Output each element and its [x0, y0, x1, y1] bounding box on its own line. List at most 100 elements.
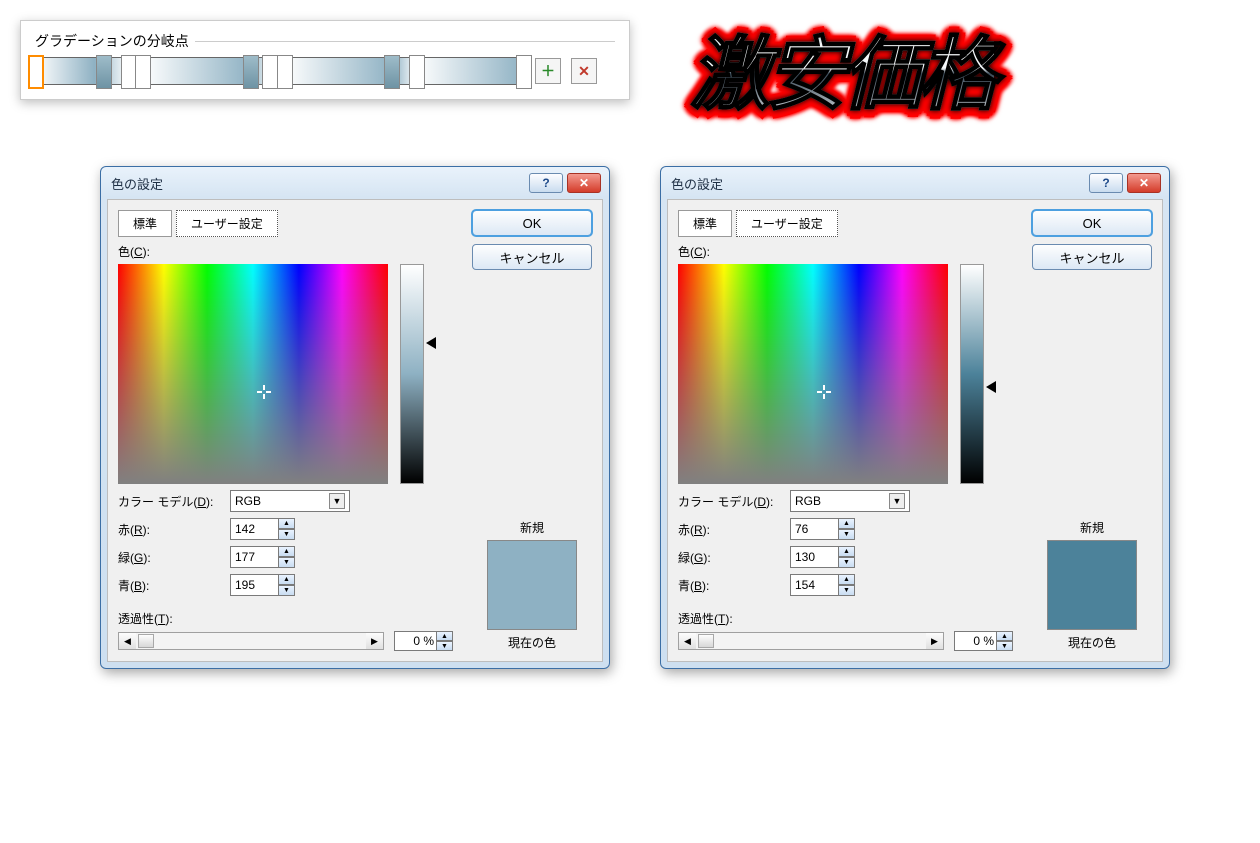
model-value: RGB	[235, 494, 261, 508]
hue-sat-area[interactable]	[118, 264, 388, 484]
ok-button[interactable]: OK	[1032, 210, 1152, 236]
spin-up-button[interactable]: ▲	[838, 574, 855, 585]
spin-down-button[interactable]: ▼	[278, 585, 295, 596]
chevron-down-icon[interactable]: ▼	[329, 493, 345, 509]
transparency-input[interactable]	[954, 631, 996, 651]
r-input[interactable]	[230, 518, 278, 540]
spin-down-button[interactable]: ▼	[436, 641, 453, 651]
cancel-button[interactable]: キャンセル	[472, 244, 592, 270]
help-button[interactable]: ?	[529, 173, 563, 193]
b-label: 青(B):	[118, 577, 230, 594]
new-color-swatch	[487, 540, 577, 630]
slider-thumb[interactable]	[698, 634, 714, 648]
transparency-label: 透過性(T):	[118, 610, 173, 627]
scroll-right-button[interactable]: ▶	[366, 633, 383, 649]
ok-button[interactable]: OK	[472, 210, 592, 236]
spin-down-button[interactable]: ▼	[838, 529, 855, 540]
dialog-title: 色の設定	[111, 174, 163, 193]
spin-up-button[interactable]: ▲	[838, 546, 855, 557]
titlebar: 色の設定 ? ✕	[101, 167, 609, 197]
spin-up-button[interactable]: ▲	[996, 631, 1013, 641]
gradient-stop[interactable]	[96, 55, 112, 89]
spin-down-button[interactable]: ▼	[838, 585, 855, 596]
gradient-stop[interactable]	[384, 55, 400, 89]
hue-sat-area[interactable]	[678, 264, 948, 484]
transparency-slider[interactable]: ◀ ▶	[118, 632, 384, 650]
g-label: 緑(G):	[678, 549, 790, 566]
scroll-right-button[interactable]: ▶	[926, 633, 943, 649]
luminance-strip[interactable]	[960, 264, 984, 484]
current-color-label: 現在の色	[1032, 634, 1152, 651]
color-model-select[interactable]: RGB ▼	[790, 490, 910, 512]
dialog-title: 色の設定	[671, 174, 723, 193]
new-color-label: 新規	[472, 519, 592, 536]
gradient-stop[interactable]	[243, 55, 259, 89]
plus-icon: ＋	[541, 61, 555, 81]
spin-up-button[interactable]: ▲	[838, 518, 855, 529]
help-icon: ?	[542, 176, 549, 190]
remove-stop-button[interactable]: ✕	[571, 58, 597, 84]
crosshair-icon	[257, 385, 271, 399]
color-dialog: 色の設定 ? ✕ 標準 ユーザー設定 色(C):	[100, 166, 610, 669]
transparency-input[interactable]	[394, 631, 436, 651]
b-input[interactable]	[790, 574, 838, 596]
close-icon: ✕	[1139, 176, 1149, 190]
tab-standard[interactable]: 標準	[678, 210, 732, 237]
tab-standard[interactable]: 標準	[118, 210, 172, 237]
gradient-stop[interactable]	[135, 55, 151, 89]
close-button[interactable]: ✕	[1127, 173, 1161, 193]
model-label: カラー モデル(D):	[118, 493, 230, 510]
gradient-stop[interactable]	[409, 55, 425, 89]
spin-up-button[interactable]: ▲	[278, 574, 295, 585]
slider-thumb[interactable]	[138, 634, 154, 648]
b-label: 青(B):	[678, 577, 790, 594]
transparency-slider[interactable]: ◀ ▶	[678, 632, 944, 650]
x-icon: ✕	[578, 63, 590, 80]
titlebar: 色の設定 ? ✕	[661, 167, 1169, 197]
spin-up-button[interactable]: ▲	[436, 631, 453, 641]
spin-down-button[interactable]: ▼	[278, 557, 295, 568]
new-color-swatch	[1047, 540, 1137, 630]
new-color-label: 新規	[1032, 519, 1152, 536]
g-input[interactable]	[230, 546, 278, 568]
spin-down-button[interactable]: ▼	[278, 529, 295, 540]
scroll-left-button[interactable]: ◀	[119, 633, 136, 649]
tab-custom[interactable]: ユーザー設定	[736, 210, 838, 237]
b-input[interactable]	[230, 574, 278, 596]
help-button[interactable]: ?	[1089, 173, 1123, 193]
gradient-bar[interactable]	[35, 57, 525, 85]
gradient-panel: グラデーションの分岐点 ＋ ✕	[20, 20, 630, 100]
color-field-label: 色(C):	[678, 243, 1016, 260]
gradient-stop[interactable]	[516, 55, 532, 89]
crosshair-icon	[817, 385, 831, 399]
gradient-title: グラデーションの分岐点	[35, 31, 615, 51]
r-input[interactable]	[790, 518, 838, 540]
gradient-stop[interactable]	[277, 55, 293, 89]
spin-up-button[interactable]: ▲	[278, 518, 295, 529]
g-label: 緑(G):	[118, 549, 230, 566]
spin-down-button[interactable]: ▼	[996, 641, 1013, 651]
luminance-strip[interactable]	[400, 264, 424, 484]
gradient-stop[interactable]	[262, 55, 278, 89]
g-input[interactable]	[790, 546, 838, 568]
r-label: 赤(R):	[118, 521, 230, 538]
close-button[interactable]: ✕	[567, 173, 601, 193]
scroll-left-button[interactable]: ◀	[679, 633, 696, 649]
headline-text: 激安価格	[690, 10, 994, 126]
chevron-down-icon[interactable]: ▼	[889, 493, 905, 509]
model-value: RGB	[795, 494, 821, 508]
current-color-label: 現在の色	[472, 634, 592, 651]
close-icon: ✕	[579, 176, 589, 190]
color-model-select[interactable]: RGB ▼	[230, 490, 350, 512]
triangle-left-icon[interactable]	[426, 337, 436, 349]
add-stop-button[interactable]: ＋	[535, 58, 561, 84]
spin-up-button[interactable]: ▲	[278, 546, 295, 557]
cancel-button[interactable]: キャンセル	[1032, 244, 1152, 270]
gradient-stop[interactable]	[121, 55, 137, 89]
spin-down-button[interactable]: ▼	[838, 557, 855, 568]
gradient-stop[interactable]	[28, 55, 44, 89]
tab-custom[interactable]: ユーザー設定	[176, 210, 278, 237]
help-icon: ?	[1102, 176, 1109, 190]
triangle-left-icon[interactable]	[986, 381, 996, 393]
color-dialog: 色の設定 ? ✕ 標準 ユーザー設定 色(C):	[660, 166, 1170, 669]
